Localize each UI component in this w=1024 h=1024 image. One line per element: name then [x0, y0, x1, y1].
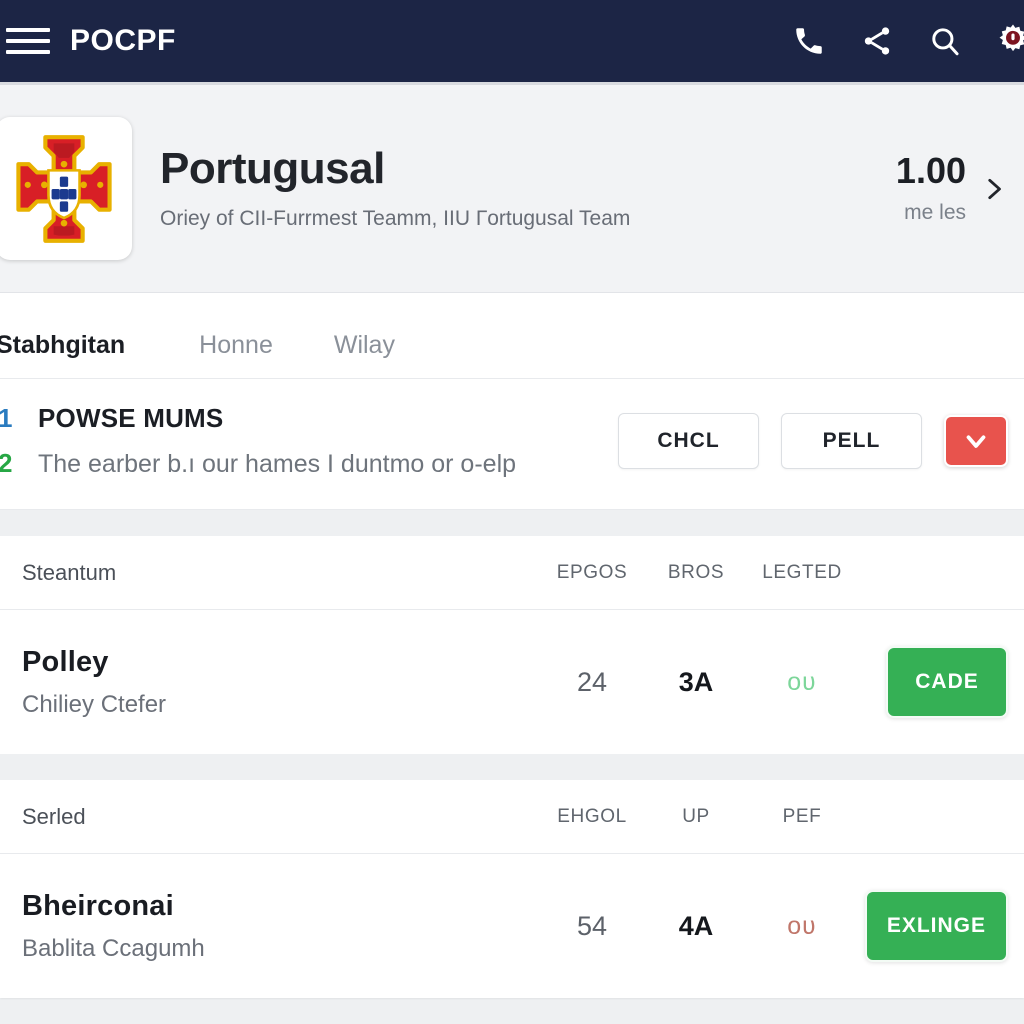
- tab-honne[interactable]: Honne: [199, 331, 301, 378]
- column-header-legted: LEGTED: [762, 561, 842, 583]
- team-crest-card: [0, 117, 132, 260]
- hero-metric-group[interactable]: 1.00 me les: [895, 149, 1006, 225]
- column-header-ehgol: EHGOL: [557, 805, 627, 827]
- tab-bar: Stabhgitan Honne Wilay: [0, 293, 1024, 379]
- row-cell-epgos: 24: [576, 666, 608, 697]
- row-title: Bheirconai: [22, 889, 174, 922]
- search-icon[interactable]: [926, 22, 964, 60]
- hamburger-line: [6, 39, 50, 43]
- hero-section: Portugusal Oriey of CII-Furrmest Teamm, …: [0, 85, 1024, 293]
- hamburger-line: [6, 28, 50, 32]
- expand-dropdown-button[interactable]: [944, 415, 1008, 467]
- hero-metric: 1.00 me les: [895, 149, 966, 225]
- row-identity: Polley Chiliey Ctefer: [22, 646, 538, 719]
- share-icon[interactable]: [858, 22, 896, 60]
- tabs-panel: Stabhgitan Honne Wilay 1 POWSE MUMS 2 Th…: [0, 293, 1024, 510]
- chevron-down-icon: [966, 435, 986, 448]
- app-root: POCPF Portugusal Oriey of CII-Furrmest T…: [0, 0, 1024, 1024]
- data-card: Steantum EPGOS BROS LEGTED Polley Chilie…: [0, 536, 1024, 754]
- column-header-epgos: EPGOS: [556, 561, 628, 583]
- card-header: Steantum EPGOS BROS LEGTED: [0, 536, 1024, 610]
- hamburger-menu-icon[interactable]: [6, 25, 50, 57]
- tab-wilay[interactable]: Wilay: [334, 331, 423, 378]
- row-cell-bros: 3A: [678, 666, 714, 697]
- row-cell-legted: oʋ: [787, 667, 817, 696]
- hero-metric-unit: me les: [904, 200, 966, 224]
- section-gap: [0, 754, 1024, 780]
- pell-button[interactable]: PELL: [781, 413, 922, 469]
- top-app-bar: POCPF: [0, 0, 1024, 82]
- list-item: 1 POWSE MUMS: [0, 403, 618, 434]
- phone-icon[interactable]: [790, 22, 828, 60]
- chcl-button[interactable]: CHCL: [618, 413, 759, 469]
- row-cell-pef: oʋ: [787, 911, 817, 940]
- list-item: 2 The earber b.ı our hames I duntmo or o…: [0, 448, 618, 479]
- chevron-right-icon[interactable]: [980, 170, 1006, 208]
- topbar-actions: [790, 22, 1024, 60]
- data-card: Serled EHGOL UP PEF Bheirconai Bablita C…: [0, 780, 1024, 998]
- row-action-cell: EXLINGE: [858, 890, 1008, 962]
- table-row[interactable]: Polley Chiliey Ctefer 24 3A oʋ CADE: [0, 610, 1024, 754]
- exlinge-button[interactable]: EXLINGE: [864, 890, 1008, 962]
- list-actions: CHCL PELL: [618, 413, 1008, 469]
- section-gap: [0, 510, 1024, 536]
- list-summary-row: 1 POWSE MUMS 2 The earber b.ı our hames …: [0, 379, 1024, 510]
- portugal-crest-icon: [16, 134, 112, 243]
- app-title: POCPF: [70, 24, 176, 57]
- table-row[interactable]: Bheirconai Bablita Ccagumh 54 4A oʋ EXLI…: [0, 854, 1024, 998]
- row-action-cell: CADE: [858, 646, 1008, 718]
- row-subtitle: Bablita Ccagumh: [22, 934, 205, 962]
- list-items: 1 POWSE MUMS 2 The earber b.ı our hames …: [0, 403, 618, 479]
- list-item-number: 2: [0, 448, 13, 478]
- card-header: Serled EHGOL UP PEF: [0, 780, 1024, 854]
- list-item-label: POWSE MUMS: [38, 403, 224, 433]
- list-item-label: The earber b.ı our hames I duntmo or o-e…: [38, 450, 517, 478]
- tab-stabhgitan[interactable]: Stabhgitan: [0, 331, 153, 378]
- row-cell-ehgol: 54: [576, 910, 608, 941]
- hero-text: Portugusal Oriey of CII-Furrmest Teamm, …: [160, 146, 896, 230]
- card-header-title: Serled: [22, 803, 86, 829]
- row-identity: Bheirconai Bablita Ccagumh: [22, 890, 538, 963]
- column-header-up: UP: [682, 805, 710, 827]
- cade-button[interactable]: CADE: [886, 646, 1008, 718]
- gear-icon[interactable]: [994, 22, 1024, 60]
- row-cell-up: 4A: [678, 910, 714, 941]
- row-title: Polley: [22, 645, 109, 678]
- hero-metric-value: 1.00: [895, 149, 966, 191]
- page-title: Portugusal: [160, 144, 385, 194]
- column-header-bros: BROS: [667, 561, 725, 583]
- card-header-title: Steantum: [22, 559, 117, 585]
- hamburger-line: [6, 50, 50, 54]
- page-subtitle: Oriey of CII-Furrmest Teamm, IIU Гortugu…: [160, 206, 631, 230]
- column-header-pef: PEF: [782, 805, 822, 827]
- list-item-number: 1: [0, 403, 13, 433]
- row-subtitle: Chiliey Ctefer: [22, 690, 167, 718]
